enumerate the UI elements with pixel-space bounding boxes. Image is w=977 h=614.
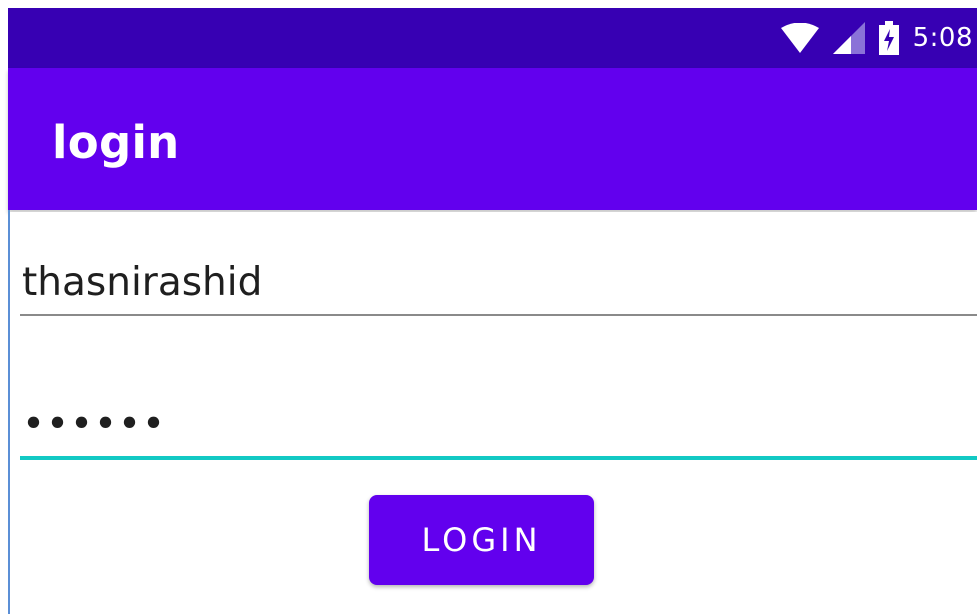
- password-value: ••••••: [22, 402, 167, 447]
- battery-charging-icon: [878, 21, 899, 55]
- username-underline: [20, 314, 977, 316]
- status-clock: 5:08: [912, 23, 973, 53]
- status-icons: 5:08: [780, 8, 977, 68]
- login-button[interactable]: LOGIN: [369, 495, 594, 585]
- login-form: thasnirashid •••••• LOGIN: [10, 212, 977, 614]
- app-title: login: [52, 116, 180, 169]
- password-field[interactable]: ••••••: [20, 392, 977, 462]
- username-value: thasnirashid: [22, 260, 263, 305]
- cell-signal-icon: [832, 22, 865, 54]
- password-underline: [20, 456, 977, 460]
- username-field[interactable]: thasnirashid: [20, 252, 977, 318]
- status-bar: 5:08: [8, 8, 977, 68]
- wifi-icon: [780, 23, 819, 53]
- screen-edge: [0, 0, 8, 614]
- app-bar: login: [8, 68, 977, 210]
